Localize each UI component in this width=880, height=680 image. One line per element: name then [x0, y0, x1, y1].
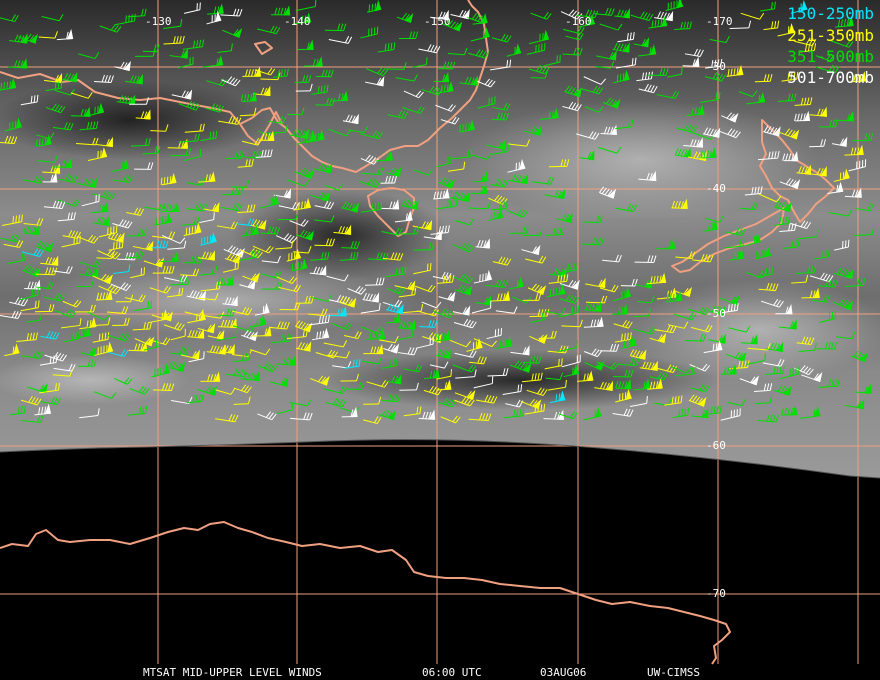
lon-label-160: -160	[565, 15, 592, 28]
lat-label-40: -40	[706, 182, 726, 195]
lat-label-70: -70	[706, 587, 726, 600]
lon-label-130: -130	[145, 15, 172, 28]
product-time: 06:00 UTC	[422, 666, 482, 679]
legend-251-350mb: 251-350mb	[787, 26, 874, 45]
lat-label-60: -60	[706, 439, 726, 452]
lon-label-150: -150	[424, 15, 451, 28]
lon-label-170: -170	[706, 15, 733, 28]
legend-351-500mb: 351-500mb	[787, 47, 874, 66]
antarctica-coast	[0, 521, 731, 665]
lon-label-140: -140	[284, 15, 311, 28]
water-vapor-imagery	[0, 0, 880, 665]
legend-501-700mb: 501-700mb	[787, 68, 874, 87]
lat-label-50: -50	[706, 307, 726, 320]
product-source: UW-CIMSS	[647, 666, 700, 679]
product-footer: MTSAT MID-UPPER LEVEL WINDS 06:00 UTC 03…	[0, 664, 880, 680]
legend-150-250mb: 150-250mb	[787, 4, 874, 23]
product-date: 03AUG06	[540, 666, 587, 679]
product-name: MTSAT MID-UPPER LEVEL WINDS	[143, 666, 322, 679]
satellite-wind-map: -130 -140 -150 -160 -170 -30 -40 -50 -60…	[0, 0, 880, 680]
lat-label-30: -30	[706, 60, 726, 73]
